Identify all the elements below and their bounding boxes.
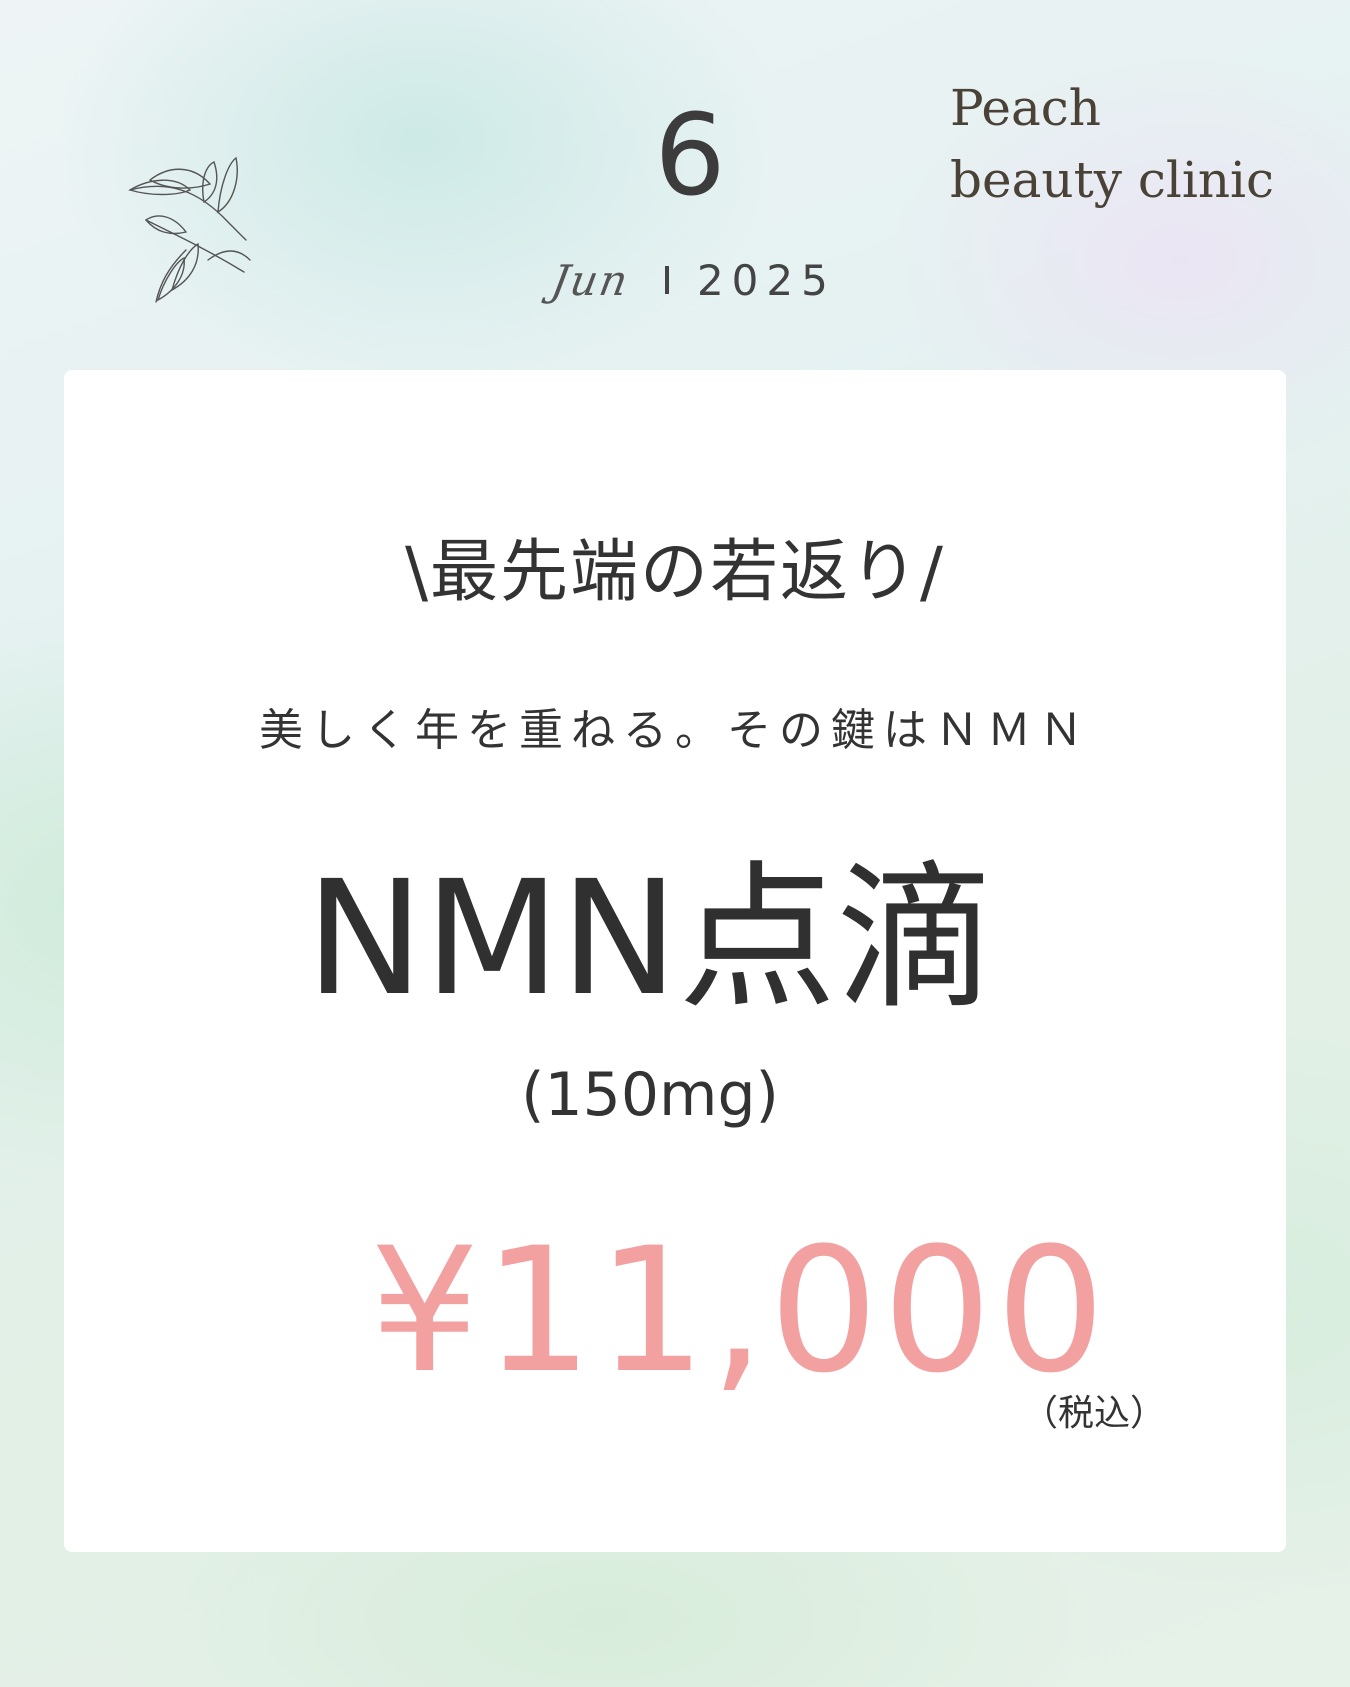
clinic-brand: Peach beauty clinic — [950, 72, 1274, 216]
date-year: 2025 — [696, 255, 836, 305]
date-day: 6 — [654, 91, 726, 221]
brand-line-1: Peach — [950, 79, 1102, 137]
product-dose: (150mg) — [521, 1060, 779, 1130]
product-name: NMN点滴 — [305, 847, 995, 1031]
subheadline: 美しく年を重ねる。その鍵はＮＭＮ — [259, 705, 1091, 756]
date-separator — [664, 266, 669, 294]
tax-note: （税込） — [1022, 1393, 1167, 1434]
price: ¥11,000 — [370, 1210, 1110, 1411]
headline: \最先端の若返り/ — [405, 533, 945, 612]
date-month-year: Jun 2025 — [548, 250, 836, 310]
brand-line-2: beauty clinic — [950, 151, 1275, 209]
leaf-branch-icon — [128, 156, 251, 303]
date-month: Jun — [547, 255, 634, 305]
